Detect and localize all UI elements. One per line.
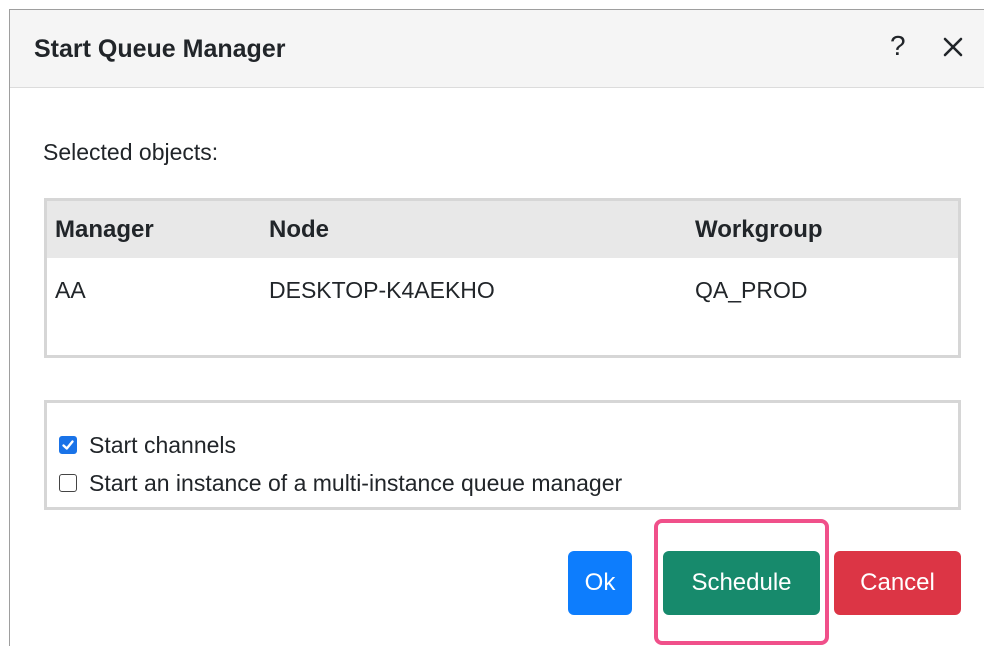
column-header-node[interactable]: Node: [269, 215, 329, 245]
checkmark-icon: [62, 440, 74, 450]
ok-button[interactable]: Ok: [568, 551, 632, 615]
multi-instance-label: Start an instance of a multi-instance qu…: [89, 470, 623, 496]
selected-objects-table: Manager Node Workgroup AA DESKTOP-K4AEKH…: [44, 198, 961, 358]
column-header-manager[interactable]: Manager: [55, 215, 154, 245]
start-options-group: Start channels Start an instance of a mu…: [44, 400, 961, 510]
schedule-highlight-outline: [654, 519, 829, 645]
multi-instance-checkbox[interactable]: [59, 474, 77, 492]
cell-manager: AA: [55, 277, 86, 303]
table-header-row: Manager Node Workgroup: [47, 201, 958, 258]
cell-workgroup: QA_PROD: [695, 277, 808, 303]
help-icon[interactable]: ?: [890, 30, 906, 62]
cell-node: DESKTOP-K4AEKHO: [269, 277, 495, 303]
close-icon[interactable]: [942, 36, 964, 58]
dialog-header: Start Queue Manager ?: [10, 10, 984, 88]
start-channels-checkbox[interactable]: [59, 436, 77, 454]
cancel-button[interactable]: Cancel: [834, 551, 961, 615]
start-channels-label: Start channels: [89, 432, 237, 458]
column-header-workgroup[interactable]: Workgroup: [695, 215, 823, 245]
start-queue-manager-dialog: Start Queue Manager ? Selected objects: …: [9, 9, 984, 646]
start-channels-option[interactable]: Start channels: [59, 431, 236, 459]
multi-instance-option[interactable]: Start an instance of a multi-instance qu…: [59, 469, 622, 497]
dialog-title: Start Queue Manager: [34, 35, 286, 63]
selected-objects-label: Selected objects:: [43, 139, 219, 165]
